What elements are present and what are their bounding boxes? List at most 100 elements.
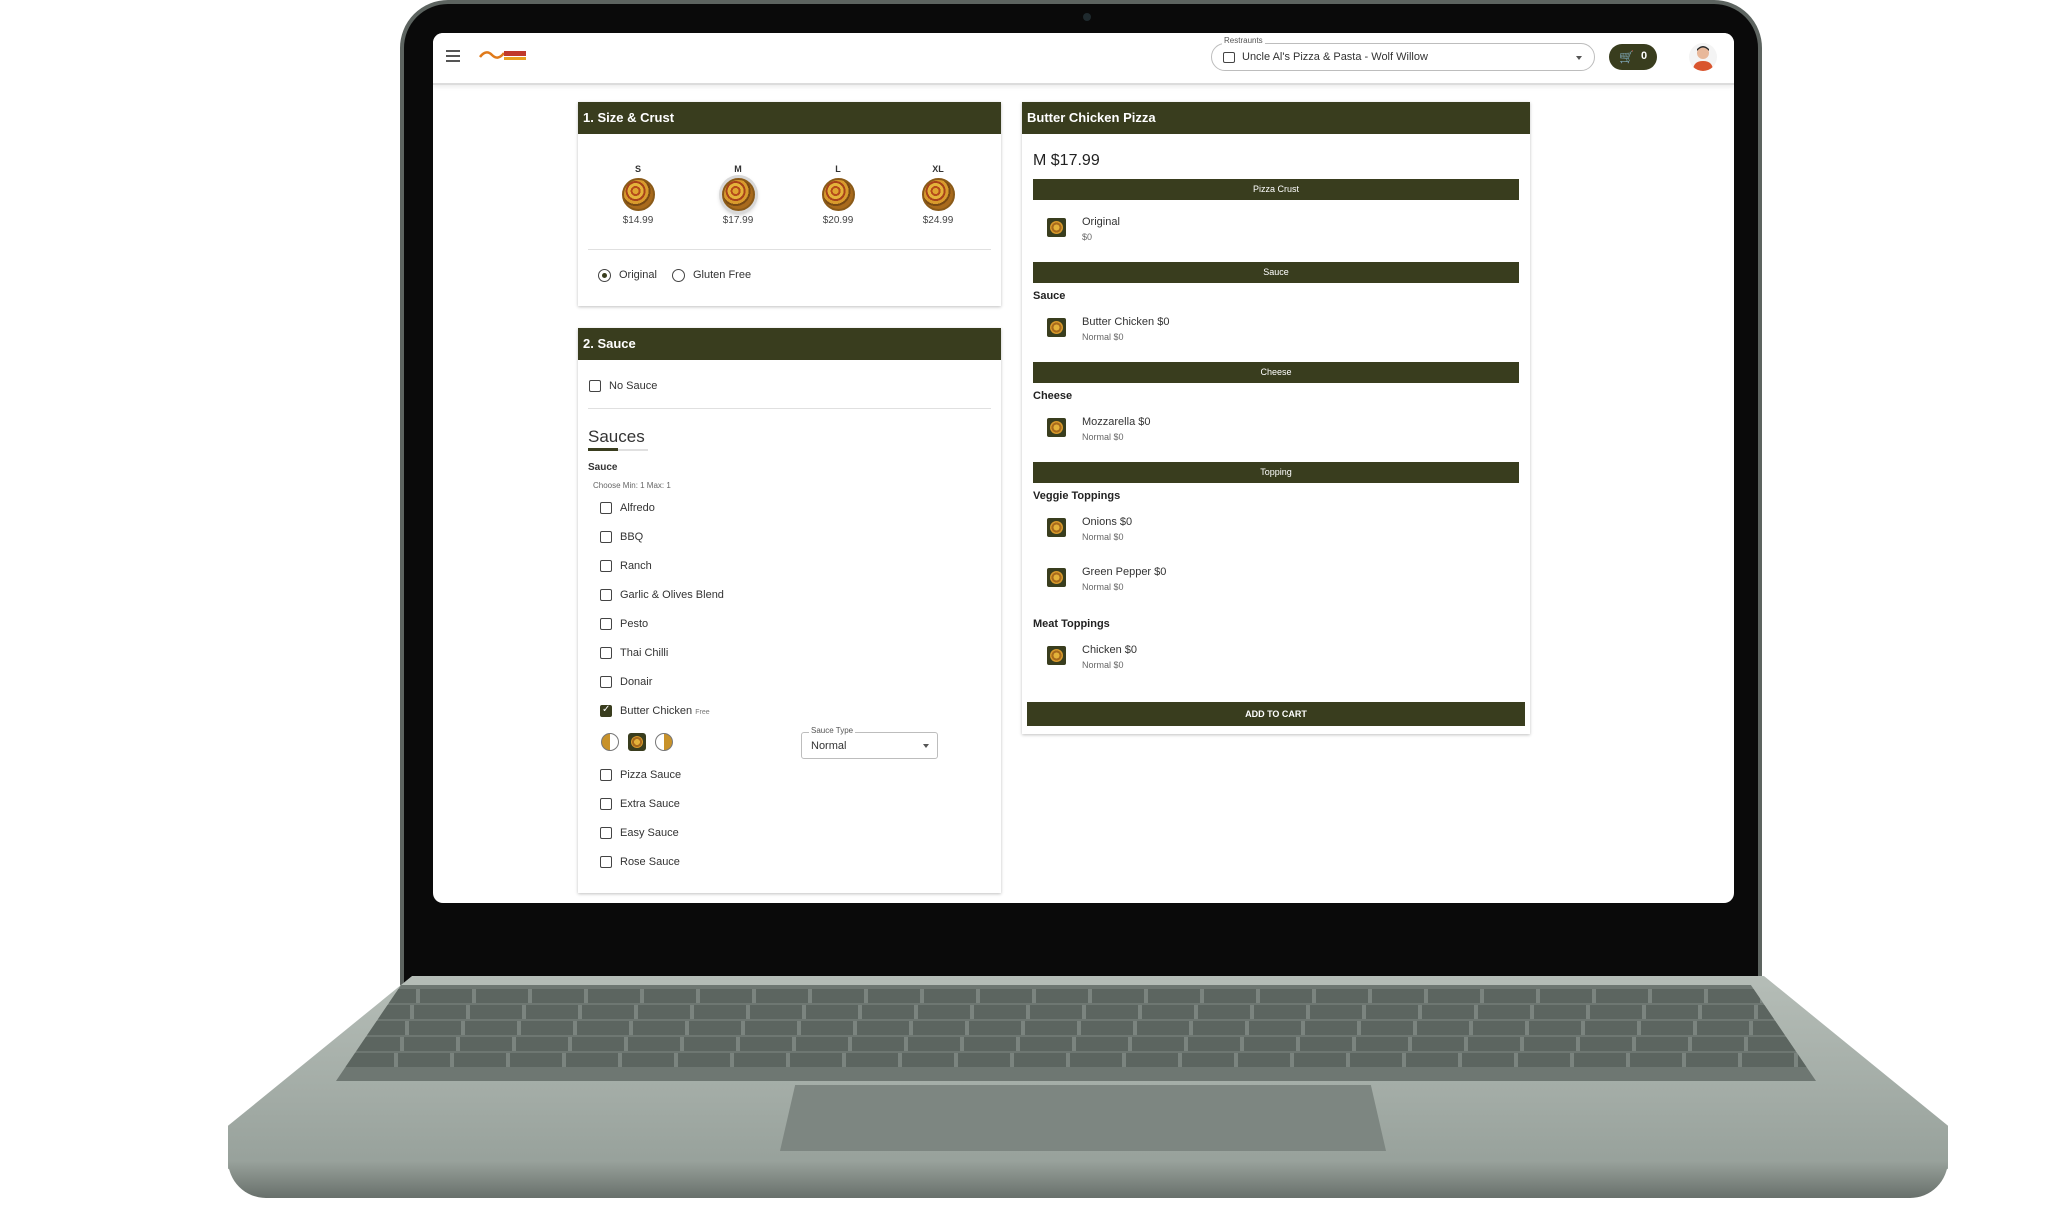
topping-item-name: Onions $0 xyxy=(1082,516,1133,528)
no-sauce-label: No Sauce xyxy=(609,380,658,392)
sauce-checkbox-ranch[interactable] xyxy=(600,560,612,572)
sauce-subheading: Sauce xyxy=(1033,290,1066,302)
size-letter: XL xyxy=(932,164,944,174)
sauce-label: BBQ xyxy=(620,531,644,543)
cheese-item-sub: Normal $0 xyxy=(1082,432,1124,442)
sauce-checkbox-butter-chicken[interactable] xyxy=(600,704,612,717)
sauce-checkbox-pizza-sauce[interactable] xyxy=(600,769,612,781)
sauce-label: Rose Sauce xyxy=(620,856,680,868)
size-option-m[interactable]: M $17.99 xyxy=(706,164,770,226)
app-header: Restraunts Uncle Al's Pizza & Pasta - Wo… xyxy=(433,33,1734,85)
sauce-label: Easy Sauce xyxy=(620,827,679,839)
add-to-cart-button[interactable]: ADD TO CART xyxy=(1027,702,1525,726)
size-option-xl[interactable]: XL $24.99 xyxy=(906,164,970,226)
pizza-icon xyxy=(921,178,955,211)
cart-count: 0 xyxy=(1641,50,1648,62)
sauce-type-value: Normal xyxy=(811,740,847,752)
topping-bar: Topping xyxy=(1033,462,1519,483)
crust-bar: Pizza Crust xyxy=(1033,179,1519,200)
keyboard xyxy=(336,985,1816,1081)
cheese-subheading: Cheese xyxy=(1033,390,1073,402)
pizza-icon xyxy=(1047,568,1066,587)
sauce-checkbox-garlic-olives[interactable] xyxy=(600,589,612,601)
cheese-bar: Cheese xyxy=(1033,362,1519,383)
crust-label-gluten-free: Gluten Free xyxy=(693,269,752,281)
cart-icon: 🛒 xyxy=(1619,50,1634,64)
restaurant-select-value: Uncle Al's Pizza & Pasta - Wolf Willow xyxy=(1242,51,1428,63)
sauce-label: Butter Chicken Free xyxy=(620,705,710,717)
size-price: $17.99 xyxy=(722,215,754,226)
sauce-panel: 2. Sauce No Sauce Sauces Sauce Choose Mi… xyxy=(578,328,1001,893)
placement-whole-icon[interactable] xyxy=(628,733,646,751)
veggie-subheading: Veggie Toppings xyxy=(1033,490,1121,502)
summary-panel: Butter Chicken Pizza M $17.99 Pizza Crus… xyxy=(1022,102,1530,734)
sauce-checkbox-donair[interactable] xyxy=(600,676,612,688)
sauces-heading: Sauces xyxy=(588,427,645,446)
restaurant-select[interactable]: Restraunts Uncle Al's Pizza & Pasta - Wo… xyxy=(1211,36,1595,71)
size-option-s[interactable]: S $14.99 xyxy=(606,164,670,226)
pizza-icon xyxy=(1047,418,1066,437)
menu-icon[interactable] xyxy=(446,50,460,62)
pizza-icon xyxy=(1047,218,1066,237)
sauce-checkbox-thai-chilli[interactable] xyxy=(600,647,612,659)
laptop-deck-edge xyxy=(228,1160,1948,1198)
size-option-l[interactable]: L $20.99 xyxy=(806,164,870,226)
crust-item-name: Original xyxy=(1082,216,1120,228)
chevron-down-icon xyxy=(923,744,929,748)
meat-subheading: Meat Toppings xyxy=(1033,618,1110,630)
crust-radio-gluten-free[interactable] xyxy=(672,269,685,282)
sauce-checkbox-rose-sauce[interactable] xyxy=(600,856,612,868)
choose-hint: Choose Min: 1 Max: 1 xyxy=(593,481,671,490)
sauce-checkbox-easy-sauce[interactable] xyxy=(600,827,612,839)
topping-item-sub: Normal $0 xyxy=(1082,582,1124,592)
placement-left-icon[interactable] xyxy=(601,733,619,751)
size-price: $20.99 xyxy=(822,215,854,226)
avatar[interactable] xyxy=(1689,43,1717,71)
sauce-checkbox-bbq[interactable] xyxy=(600,531,612,543)
cheese-item-name: Mozzarella $0 xyxy=(1082,416,1151,428)
size-price: $24.99 xyxy=(922,215,954,226)
pizza-icon xyxy=(1047,318,1066,337)
restaurant-select-label: Restraunts xyxy=(1222,36,1265,45)
sauce-checkbox-alfredo[interactable] xyxy=(600,502,612,514)
crust-item-price: $0 xyxy=(1082,232,1093,242)
sauce-label: Ranch xyxy=(620,560,652,572)
sauces-underline xyxy=(588,448,648,451)
crust-radio-original[interactable] xyxy=(598,269,611,282)
sauce-type-select[interactable]: Sauce Type Normal xyxy=(801,726,938,759)
sauce-checkbox-pesto[interactable] xyxy=(600,618,612,630)
sauce-label: Pizza Sauce xyxy=(620,769,682,781)
sauce-bar: Sauce xyxy=(1033,262,1519,283)
sauce-checkbox-extra-sauce[interactable] xyxy=(600,798,612,810)
topping-item-name: Chicken $0 xyxy=(1082,644,1138,656)
sauce-item-sub: Normal $0 xyxy=(1082,332,1124,342)
sauce-label: Alfredo xyxy=(620,502,655,514)
summary-price: M $17.99 xyxy=(1033,152,1100,169)
sauce-label: Donair xyxy=(620,676,653,688)
cart-button[interactable]: 🛒 0 xyxy=(1609,44,1657,70)
sauce-label-text: Butter Chicken xyxy=(620,705,693,717)
sauce-label: Thai Chilli xyxy=(620,647,669,659)
topping-item-name: Green Pepper $0 xyxy=(1082,566,1167,578)
crust-label-original: Original xyxy=(619,269,657,281)
sauce-item-name: Butter Chicken $0 xyxy=(1082,316,1170,328)
pizza-icon xyxy=(1047,646,1066,665)
size-letter: M xyxy=(734,164,742,174)
size-crust-panel: 1. Size & Crust S $14.99 M $17.99 L $20.… xyxy=(578,102,1001,306)
webcam xyxy=(1083,13,1091,21)
logo[interactable] xyxy=(478,47,528,63)
sauce-type-label: Sauce Type xyxy=(809,726,856,735)
topping-item-sub: Normal $0 xyxy=(1082,532,1124,542)
pizza-icon xyxy=(721,178,755,211)
trackpad xyxy=(780,1085,1386,1151)
divider xyxy=(588,249,991,250)
size-letter: S xyxy=(634,164,641,174)
store-icon xyxy=(1223,52,1235,63)
sauce-group-label: Sauce xyxy=(588,462,618,473)
placement-right-icon[interactable] xyxy=(655,733,673,751)
no-sauce-checkbox[interactable] xyxy=(589,380,601,392)
sauce-label: Extra Sauce xyxy=(620,798,680,810)
size-crust-title: 1. Size & Crust xyxy=(578,102,1001,134)
size-letter: L xyxy=(835,164,841,174)
sauce-label: Garlic & Olives Blend xyxy=(620,589,724,601)
